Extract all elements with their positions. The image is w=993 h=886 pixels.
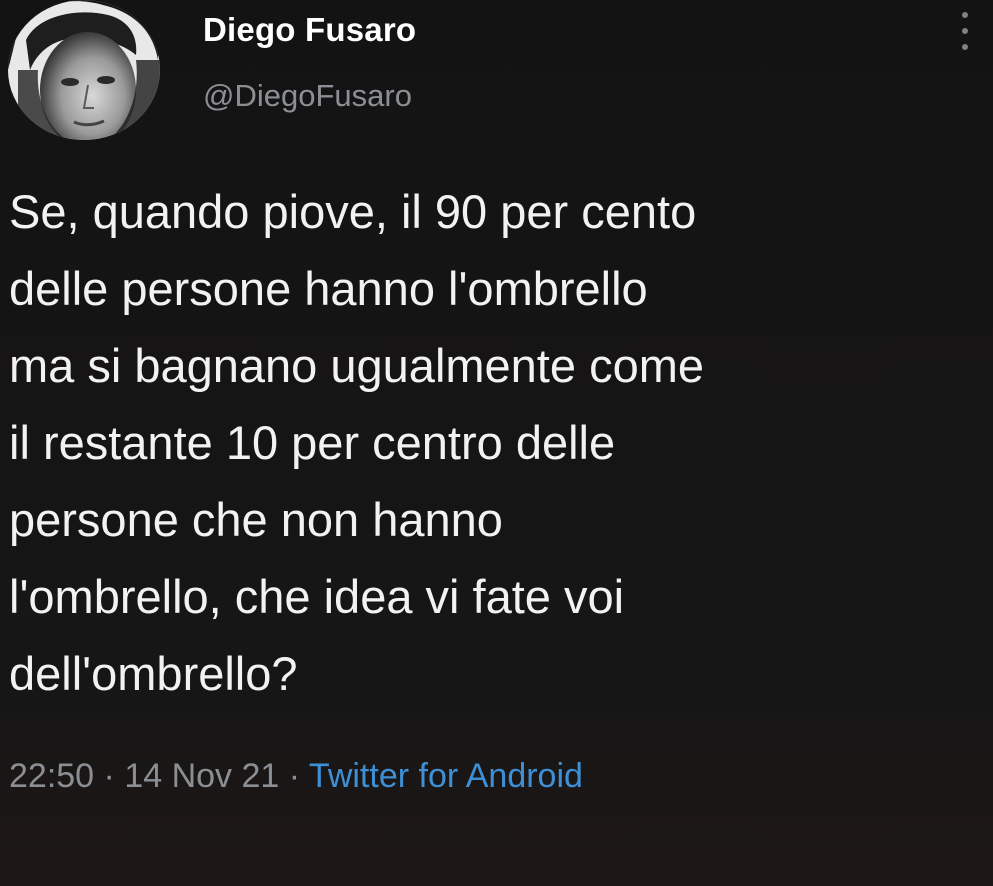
meta-separator: ·: [279, 757, 309, 795]
more-dot: [962, 28, 968, 34]
tweet-source-link[interactable]: Twitter for Android: [309, 757, 583, 795]
tweet-date[interactable]: 14 Nov 21: [124, 757, 279, 795]
tweet-text: Se, quando piove, il 90 per cento delle …: [9, 185, 704, 700]
more-dot: [962, 44, 968, 50]
user-handle[interactable]: @DiegoFusaro: [203, 78, 412, 114]
tweet-meta: 22:50 · 14 Nov 21 · Twitter for Android: [9, 757, 583, 796]
avatar-portrait: [8, 0, 160, 140]
display-name[interactable]: Diego Fusaro: [203, 11, 416, 49]
more-vertical-icon[interactable]: [955, 12, 975, 50]
tweet-card: Diego Fusaro @DiegoFusaro Se, quando pio…: [0, 0, 993, 886]
tweet-time[interactable]: 22:50: [9, 757, 94, 795]
avatar[interactable]: [8, 0, 160, 140]
more-dot: [962, 12, 968, 18]
meta-separator: ·: [94, 757, 125, 795]
